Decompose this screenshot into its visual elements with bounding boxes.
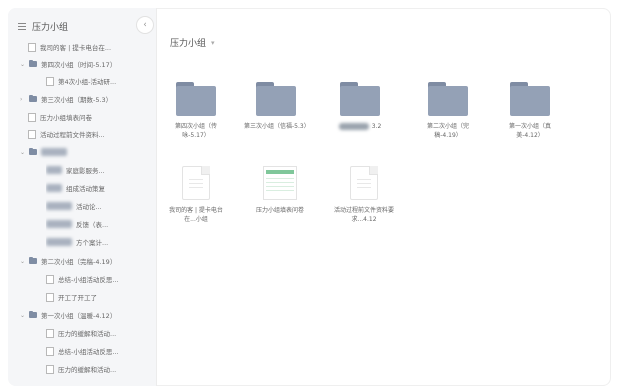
main-content: 压力小组 ▾ 第四次小组（传咏-5.17） 第三次小组（信福-5.3） 3.2 … — [156, 8, 611, 386]
sidebar: 压力小组 ‹ 我司的客 | 提卡电台在... ⌄ 第四次小组（时间-5.17） … — [8, 8, 157, 386]
folder-icon — [428, 82, 468, 116]
chevron-down-icon[interactable]: ⌄ — [20, 312, 26, 319]
document-icon — [28, 42, 36, 52]
blurred-icon — [46, 220, 72, 228]
blurred-icon — [46, 184, 62, 192]
tree-item[interactable]: 我司的客 | 提卡电台在... — [28, 40, 168, 54]
folder-icon — [29, 311, 37, 318]
document-icon — [350, 166, 378, 200]
document-icon — [46, 292, 54, 302]
document-icon — [28, 129, 36, 139]
blurred-icon — [46, 166, 62, 174]
folder-item[interactable]: 第四次小组（传咏-5.17） — [164, 82, 228, 140]
tree-item[interactable]: 压力小组填表问卷 — [28, 110, 168, 124]
chevron-down-icon[interactable]: ⌄ — [20, 61, 26, 68]
document-icon — [46, 328, 54, 338]
blurred-label — [338, 123, 369, 130]
chevron-down-icon[interactable]: ⌄ — [20, 149, 26, 156]
chevron-right-icon[interactable]: › — [20, 96, 26, 103]
folder-icon — [510, 82, 550, 116]
folder-icon — [29, 148, 37, 155]
folder-icon — [176, 82, 216, 116]
folder-item[interactable]: 第二次小组（完稿-4.19） — [416, 82, 480, 140]
file-item[interactable]: 压力小组填表问卷 — [248, 166, 312, 215]
tree-item[interactable]: › 第三次小组（期数-5.3） — [20, 92, 160, 106]
folder-icon — [29, 60, 37, 67]
file-item[interactable]: 活动过程前文件资料要求...4.12 — [332, 166, 396, 224]
spreadsheet-icon — [263, 166, 297, 200]
tree-item[interactable]: 活动过程前文件资料... — [28, 127, 168, 141]
tree-item[interactable]: ⌄ 第四次小组（时间-5.17） — [20, 57, 160, 71]
chevron-down-icon[interactable]: ⌄ — [20, 258, 26, 265]
document-icon — [28, 112, 36, 122]
document-icon — [182, 166, 210, 200]
sidebar-title[interactable]: 压力小组 — [18, 18, 68, 34]
tree-item[interactable]: ⌄ 第二次小组（完稿-4.19） — [20, 254, 160, 268]
chevron-down-icon[interactable]: ▾ — [211, 39, 215, 47]
folder-item[interactable]: 3.2 — [328, 82, 392, 131]
tree-item[interactable]: ⌄ — [20, 145, 160, 159]
folder-icon — [29, 95, 37, 102]
blurred-icon — [46, 202, 72, 210]
menu-icon — [18, 22, 26, 30]
folder-item[interactable]: 第三次小组（信福-5.3） — [244, 82, 310, 131]
breadcrumb[interactable]: 压力小组 ▾ — [170, 36, 215, 50]
document-icon — [46, 76, 54, 86]
document-icon — [46, 364, 54, 374]
page-title: 压力小组 — [170, 39, 207, 49]
file-item[interactable]: 我司的客 | 提卡电台在...小组 — [164, 166, 228, 224]
blurred-icon — [46, 238, 72, 246]
document-icon — [46, 346, 54, 356]
document-icon — [46, 274, 54, 284]
collapse-sidebar-button[interactable]: ‹ — [136, 16, 154, 34]
folder-icon — [29, 257, 37, 264]
sidebar-title-label: 压力小组 — [32, 22, 69, 33]
folder-icon — [340, 82, 380, 116]
folder-item[interactable]: 第一次小组（真美-4.12） — [498, 82, 562, 140]
folder-icon — [256, 82, 296, 116]
tree-item[interactable]: ⌄ 第一次小组（温暖-4.12） — [20, 308, 160, 322]
app-window: 压力小组 ‹ 我司的客 | 提卡电台在... ⌄ 第四次小组（时间-5.17） … — [8, 8, 611, 386]
blurred-label — [41, 148, 67, 156]
